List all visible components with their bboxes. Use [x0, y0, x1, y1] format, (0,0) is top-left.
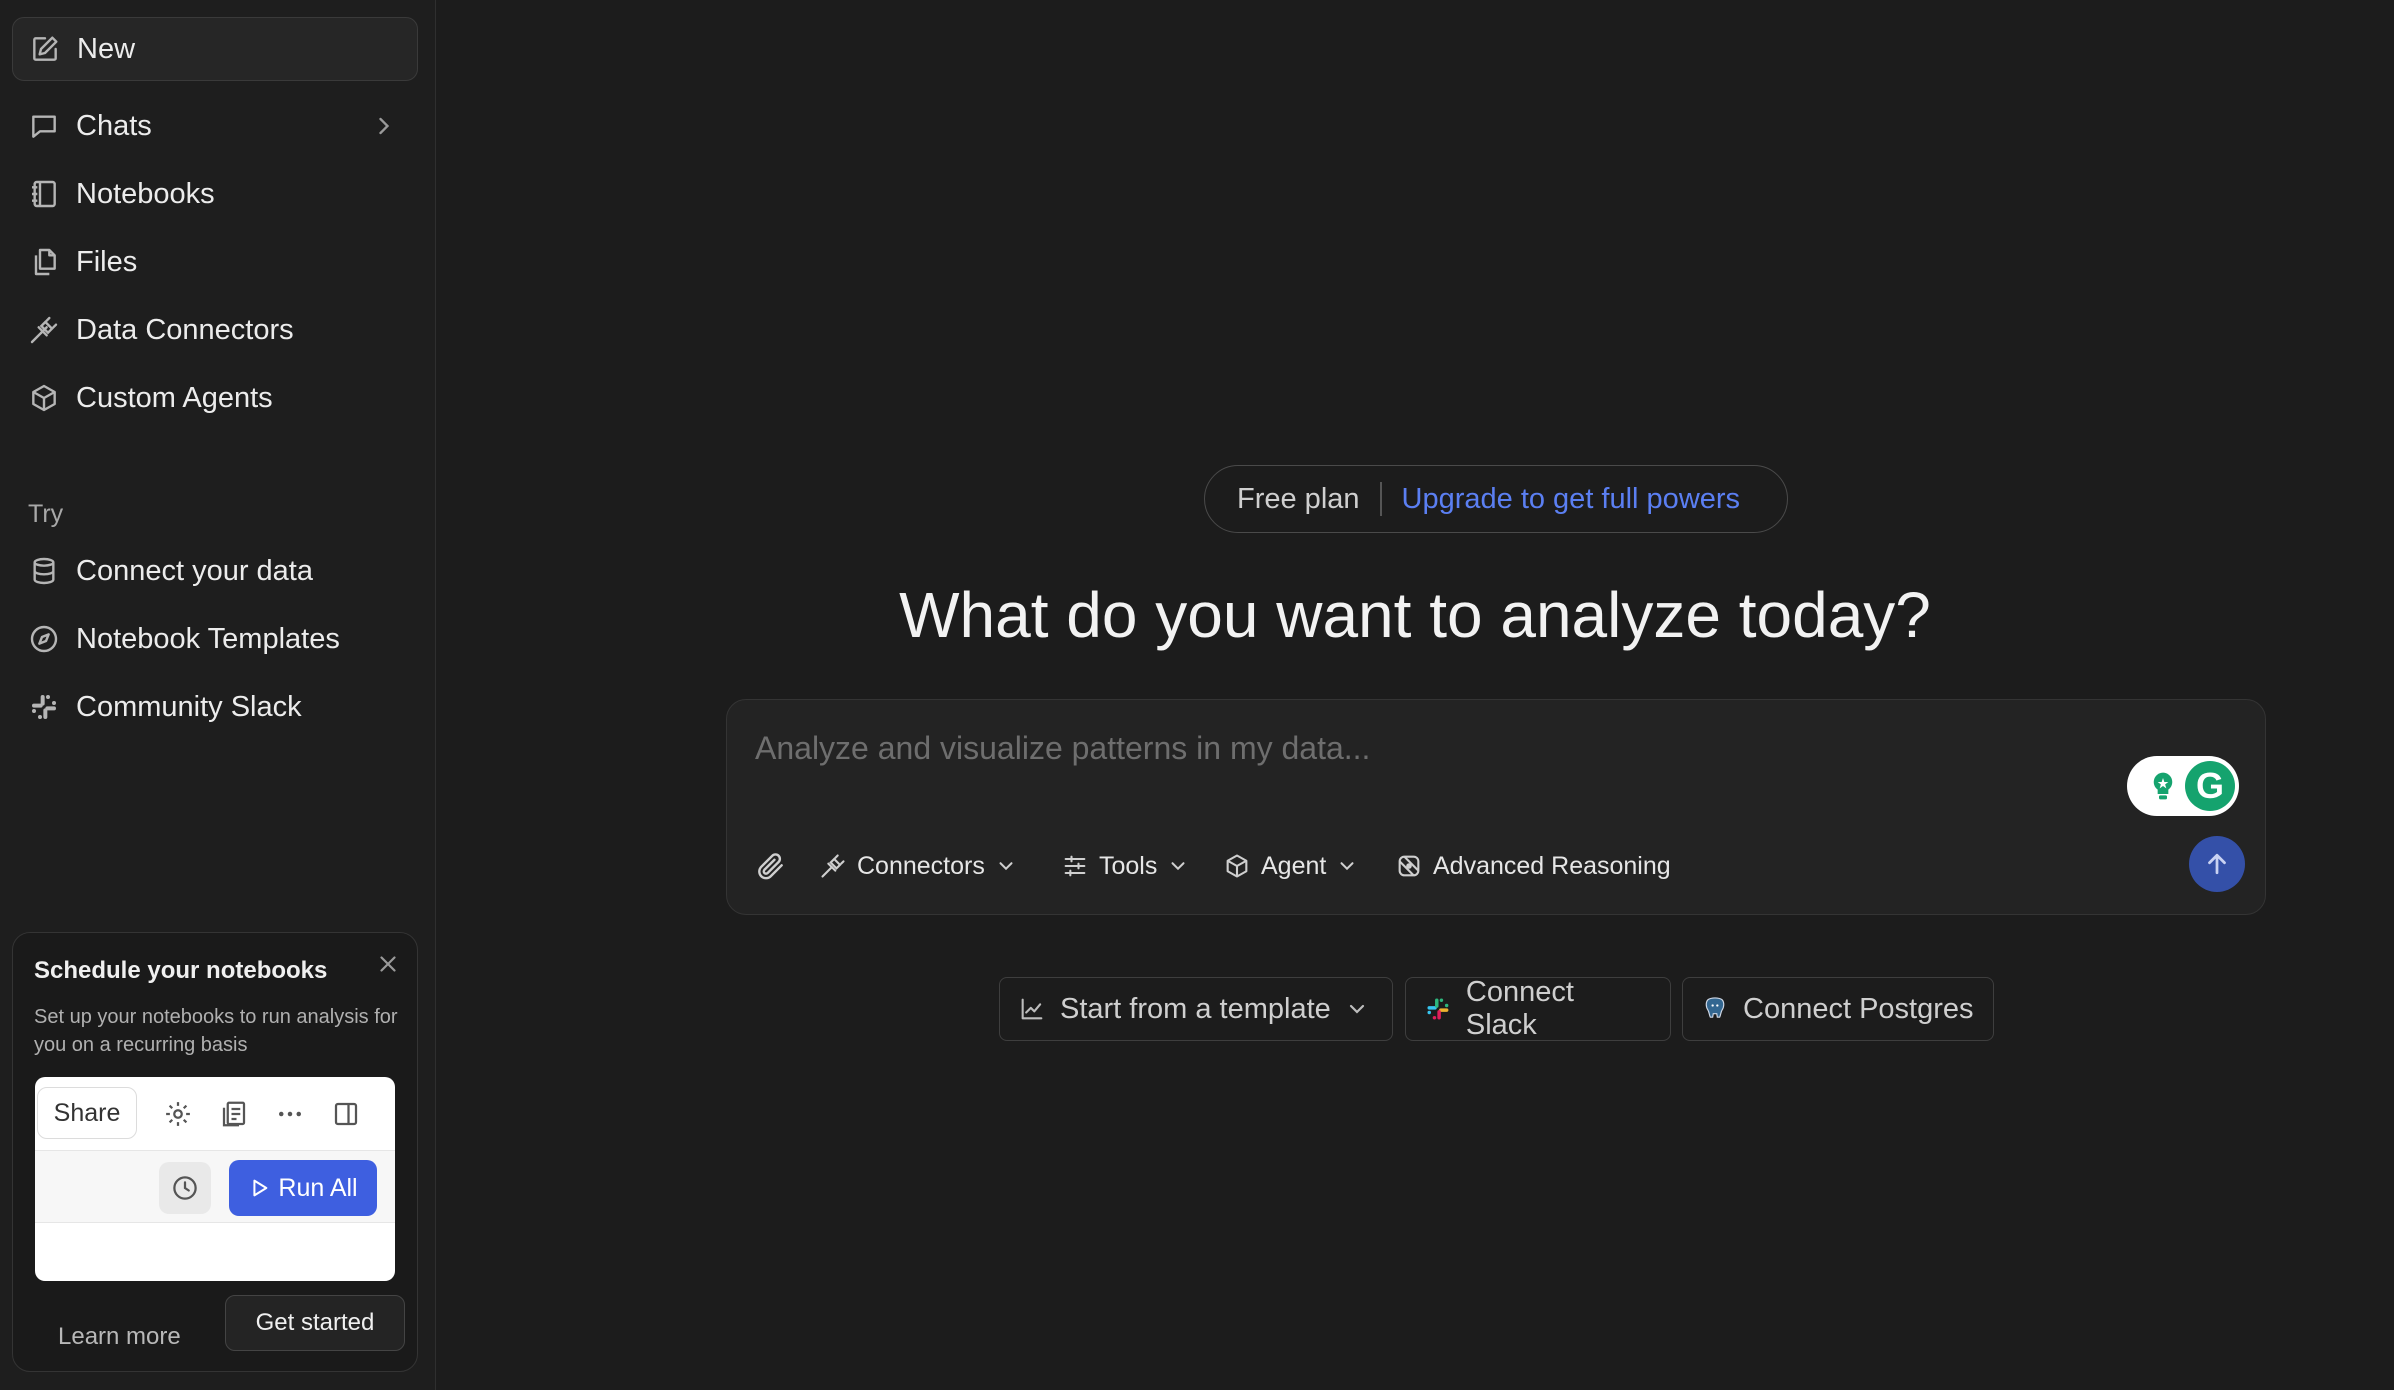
plan-banner: Free plan Upgrade to get full powers	[1204, 465, 1788, 533]
send-button[interactable]	[2189, 836, 2245, 892]
promo-description: Set up your notebooks to run analysis fo…	[34, 1006, 398, 1056]
grammarly-widget[interactable]: G	[2127, 756, 2239, 816]
paperclip-icon[interactable]	[755, 850, 787, 882]
try-section-label: Try	[28, 500, 64, 528]
preview-toolbar: Share	[35, 1077, 395, 1151]
notebook-icon	[32, 180, 56, 208]
page-title: What do you want to analyze today?	[899, 579, 1931, 651]
sidebar-item-notebooks[interactable]: Notebooks	[12, 162, 418, 226]
agent-label: Agent	[1261, 851, 1327, 880]
chevron-down-icon	[1171, 862, 1185, 871]
sidebar-item-label: Community Slack	[76, 690, 302, 723]
cube-icon	[32, 384, 56, 412]
sliders-icon	[1064, 855, 1086, 877]
plug-icon	[30, 316, 58, 344]
clock-icon	[173, 1176, 197, 1200]
connect-postgres-label: Connect Postgres	[1743, 992, 1974, 1025]
upgrade-link[interactable]: Upgrade to get full powers	[1402, 483, 1741, 516]
chat-icon	[32, 115, 56, 138]
new-label: New	[77, 32, 136, 65]
gear-icon	[166, 1102, 190, 1126]
sidebar-item-label: Custom Agents	[76, 381, 273, 414]
sidebar-item-community-slack[interactable]: Community Slack	[12, 675, 418, 739]
connect-postgres-button[interactable]: Connect Postgres	[1682, 977, 1994, 1041]
connectors-label: Connectors	[857, 851, 985, 880]
sidebar-item-label: Notebooks	[76, 177, 215, 210]
lightbulb-icon	[2153, 772, 2173, 800]
sidebar-item-label: Files	[76, 245, 138, 278]
sidebar-item-chats[interactable]: Chats	[12, 94, 418, 158]
learn-more-link[interactable]: Learn more	[58, 1323, 181, 1351]
advanced-reasoning-toggle[interactable]: Advanced Reasoning	[1395, 846, 1671, 886]
preview-schedule-button	[159, 1162, 211, 1214]
slack-icon	[1427, 998, 1449, 1020]
promo-title: Schedule your notebooks	[34, 957, 328, 984]
sidebar-item-connect-data[interactable]: Connect your data	[12, 539, 418, 603]
schedule-promo-card: Schedule your notebooks Set up your note…	[12, 932, 418, 1372]
divider	[1379, 482, 1382, 516]
preview-share-button: Share	[37, 1087, 137, 1139]
atom-icon	[1398, 855, 1420, 877]
sidebar-item-label: Data Connectors	[76, 313, 294, 346]
document-icon	[222, 1101, 246, 1127]
sidebar-item-label: Notebook Templates	[76, 622, 340, 655]
advanced-reasoning-label: Advanced Reasoning	[1433, 851, 1671, 880]
sidebar-item-custom-agents[interactable]: Custom Agents	[12, 366, 418, 430]
tools-label: Tools	[1099, 851, 1158, 880]
edit-icon	[33, 36, 58, 61]
grammarly-logo: G	[2185, 761, 2235, 811]
chevron-down-icon	[1340, 862, 1354, 871]
database-icon	[33, 557, 55, 585]
arrow-up-icon	[2208, 853, 2226, 875]
sidebar-panel-icon	[334, 1102, 358, 1126]
sidebar-item-label: Chats	[76, 109, 152, 142]
connect-slack-label: Connect Slack	[1465, 976, 1574, 1041]
prompt-composer: G Connectors Tools Agent Advanced Reason…	[726, 699, 2266, 915]
run-all-label: Run All	[278, 1173, 358, 1202]
postgres-elephant-icon	[1705, 997, 1725, 1018]
free-plan-label: Free plan	[1237, 482, 1360, 515]
slack-icon	[32, 695, 56, 719]
tools-dropdown[interactable]: Tools	[1061, 846, 1189, 886]
agent-dropdown[interactable]: Agent	[1223, 846, 1358, 886]
start-template-button[interactable]: Start from a template	[999, 977, 1393, 1041]
chevron-right-icon	[379, 117, 390, 135]
get-started-button[interactable]: Get started	[225, 1295, 405, 1351]
compass-icon	[30, 625, 58, 653]
sidebar-item-data-connectors[interactable]: Data Connectors	[12, 298, 418, 362]
preview-run-row: Run All	[35, 1151, 395, 1223]
chevron-down-icon	[999, 862, 1013, 871]
more-horizontal-icon	[279, 1111, 301, 1117]
play-icon	[253, 1179, 268, 1197]
files-icon	[34, 248, 56, 276]
new-button[interactable]: New	[12, 17, 418, 81]
connect-slack-button[interactable]: Connect Slack	[1405, 976, 1671, 1041]
start-template-label: Start from a template	[1060, 992, 1331, 1025]
sidebar-item-notebook-templates[interactable]: Notebook Templates	[12, 607, 418, 671]
chevron-down-icon	[1349, 1004, 1364, 1014]
sidebar-item-label: Connect your data	[76, 554, 313, 587]
plug-icon	[821, 854, 845, 878]
prompt-input[interactable]	[753, 726, 2053, 770]
preview-run-all-button: Run All	[229, 1160, 377, 1216]
sidebar: New Chats Notebooks Files Data Connector…	[0, 0, 436, 1390]
close-icon[interactable]	[375, 951, 401, 977]
sidebar-item-files[interactable]: Files	[12, 230, 418, 294]
line-chart-icon	[1021, 998, 1043, 1020]
connectors-dropdown[interactable]: Connectors	[819, 846, 1017, 886]
cube-icon	[1226, 854, 1248, 878]
notebook-toolbar-preview: Share Run All	[35, 1077, 395, 1281]
